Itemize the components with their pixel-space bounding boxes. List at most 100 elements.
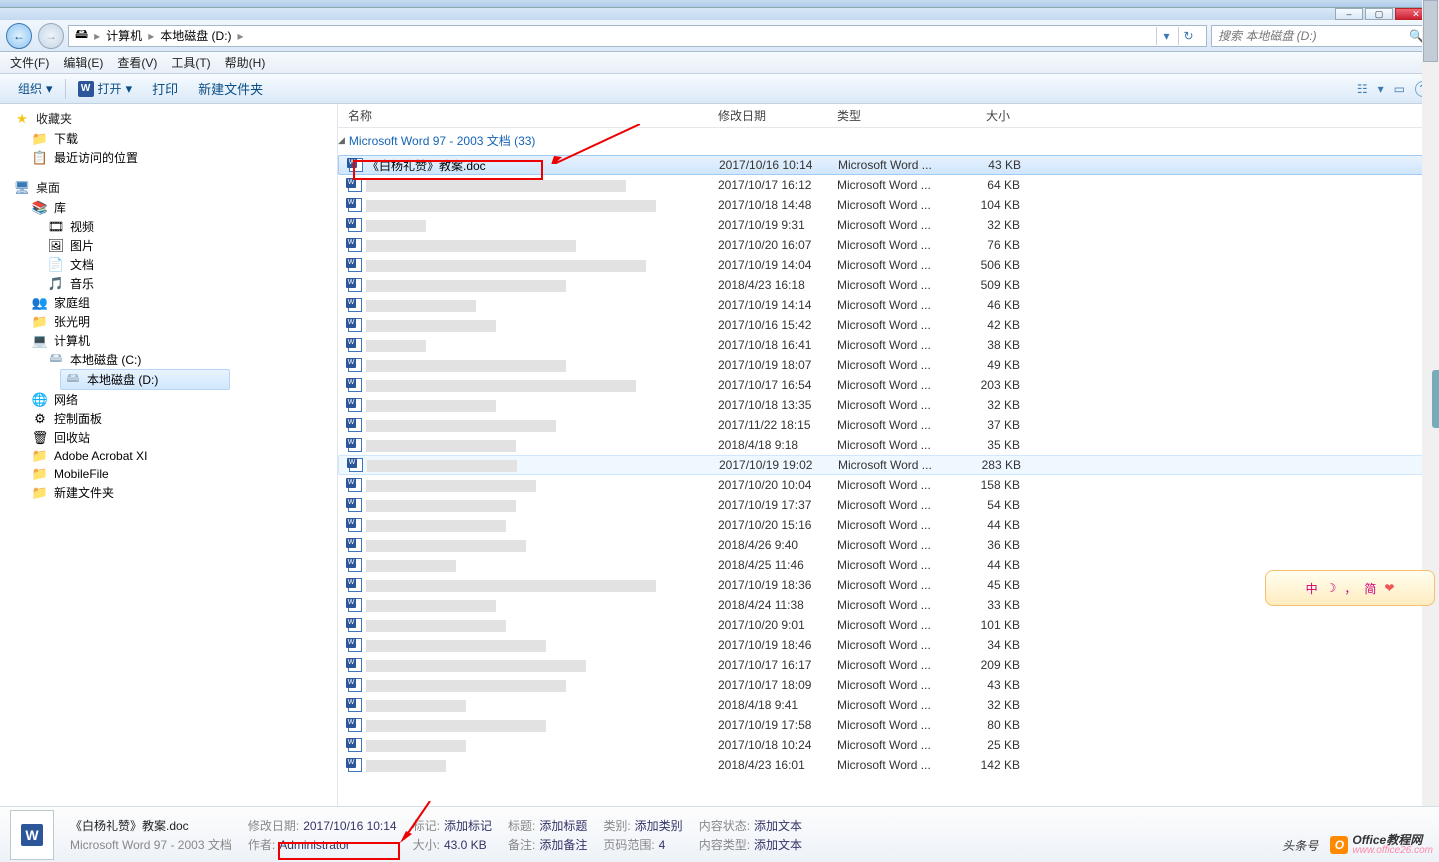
search-box[interactable]: 🔍	[1211, 25, 1431, 47]
file-row[interactable]: 2017/10/17 16:54Microsoft Word ...203 KB	[338, 375, 1439, 395]
sidebar-downloads[interactable]: 📁下载	[8, 129, 329, 148]
back-button[interactable]: ←	[6, 23, 32, 49]
minimize-button[interactable]: –	[1335, 8, 1363, 20]
file-row[interactable]: 2017/10/17 16:12Microsoft Word ...64 KB	[338, 175, 1439, 195]
file-row[interactable]: 2018/4/26 9:40Microsoft Word ...36 KB	[338, 535, 1439, 555]
file-row[interactable]: 2017/10/20 15:16Microsoft Word ...44 KB	[338, 515, 1439, 535]
sidebar-user[interactable]: 📁张光明	[8, 312, 329, 331]
file-row[interactable]: 2017/10/20 16:07Microsoft Word ...76 KB	[338, 235, 1439, 255]
sidebar-homegroup[interactable]: 👥家庭组	[8, 293, 329, 312]
file-row[interactable]: 2017/10/19 18:07Microsoft Word ...49 KB	[338, 355, 1439, 375]
sidebar-music[interactable]: 🎵音乐	[8, 274, 329, 293]
col-type[interactable]: 类型	[837, 107, 950, 124]
word-doc-icon	[348, 658, 362, 672]
details-status[interactable]: 添加文本	[754, 817, 802, 834]
menu-edit[interactable]: 编辑(E)	[63, 54, 103, 71]
file-row[interactable]: 2017/10/20 9:01Microsoft Word ...101 KB	[338, 615, 1439, 635]
file-row[interactable]: 2017/10/19 18:46Microsoft Word ...34 KB	[338, 635, 1439, 655]
details-title[interactable]: 添加标题	[539, 817, 587, 834]
search-input[interactable]	[1218, 29, 1409, 43]
nav-pane: ★收藏夹 📁下载 📋最近访问的位置 🖥桌面 📚库 🎞视频 🖼图片 📄文档 🎵音乐…	[0, 104, 338, 806]
file-row[interactable]: 2018/4/18 9:41Microsoft Word ...32 KB	[338, 695, 1439, 715]
refresh-button[interactable]: ↻	[1178, 27, 1198, 45]
column-headers[interactable]: 名称 修改日期 类型 大小	[338, 104, 1439, 128]
col-date[interactable]: 修改日期	[718, 107, 837, 124]
file-row[interactable]: 2017/10/19 17:58Microsoft Word ...80 KB	[338, 715, 1439, 735]
open-button[interactable]: W打开 ▾	[68, 80, 143, 97]
sidebar-folder[interactable]: 📁Adobe Acrobat XI	[8, 447, 329, 465]
file-row[interactable]: 2017/11/22 18:15Microsoft Word ...37 KB	[338, 415, 1439, 435]
sidebar-computer[interactable]: 💻计算机	[8, 331, 329, 350]
print-button[interactable]: 打印	[142, 79, 188, 98]
favorites-group[interactable]: ★收藏夹	[8, 108, 329, 129]
file-row[interactable]: 2017/10/19 14:14Microsoft Word ...46 KB	[338, 295, 1439, 315]
menu-view[interactable]: 查看(V)	[117, 54, 157, 71]
collapse-icon[interactable]: ◢	[338, 135, 345, 146]
file-type-icon: W	[10, 810, 54, 860]
file-row[interactable]: 2017/10/17 18:09Microsoft Word ...43 KB	[338, 675, 1439, 695]
word-doc-icon	[348, 558, 362, 572]
details-size: 43.0 KB	[444, 838, 487, 852]
breadcrumb[interactable]: 计算机	[106, 27, 142, 44]
file-row[interactable]: 2017/10/19 9:31Microsoft Word ...32 KB	[338, 215, 1439, 235]
word-doc-icon	[348, 598, 362, 612]
file-row[interactable]: 2017/10/18 13:35Microsoft Word ...32 KB	[338, 395, 1439, 415]
sidebar-pictures[interactable]: 🖼图片	[8, 236, 329, 255]
sidebar-libraries[interactable]: 📚库	[8, 198, 329, 217]
col-name[interactable]: 名称	[348, 107, 718, 124]
sidebar-folder[interactable]: 📁MobileFile	[8, 465, 329, 483]
group-header[interactable]: ◢ Microsoft Word 97 - 2003 文档 (33)	[338, 128, 1439, 155]
menu-file[interactable]: 文件(F)	[10, 54, 49, 71]
sidebar-control-panel[interactable]: ⚙控制面板	[8, 409, 329, 428]
preview-pane-button[interactable]: ▭	[1394, 82, 1405, 96]
file-row[interactable]: 2017/10/19 17:37Microsoft Word ...54 KB	[338, 495, 1439, 515]
nav-row: ← → 🖴 ▸ 计算机 ▸ 本地磁盘 (D:) ▸ ▾ ↻ 🔍	[0, 20, 1439, 52]
drive-icon: 🖴	[75, 25, 88, 47]
sidebar-recent[interactable]: 📋最近访问的位置	[8, 148, 329, 167]
ime-toolbar[interactable]: 中☽，简❤	[1265, 570, 1435, 606]
file-row[interactable]: 2017/10/16 15:42Microsoft Word ...42 KB	[338, 315, 1439, 335]
address-dropdown[interactable]: ▾	[1156, 27, 1176, 45]
menu-help[interactable]: 帮助(H)	[225, 54, 266, 71]
scrollbar[interactable]	[1422, 104, 1439, 806]
sidebar-recycle[interactable]: 🗑回收站	[8, 428, 329, 447]
desktop-group[interactable]: 🖥桌面	[8, 177, 329, 198]
sidebar-documents[interactable]: 📄文档	[8, 255, 329, 274]
sidebar-drive-c[interactable]: 🖴本地磁盘 (C:)	[8, 350, 329, 369]
view-mode-button[interactable]: ☷	[1357, 82, 1368, 96]
file-row[interactable]: 2018/4/23 16:01Microsoft Word ...142 KB	[338, 755, 1439, 775]
details-notes[interactable]: 添加备注	[539, 836, 587, 853]
new-folder-button[interactable]: 新建文件夹	[188, 79, 273, 98]
breadcrumb[interactable]: 本地磁盘 (D:)	[160, 27, 231, 44]
details-tags[interactable]: 添加标记	[444, 817, 492, 834]
sidebar-folder[interactable]: 📁新建文件夹	[8, 483, 329, 502]
word-doc-icon	[348, 178, 362, 192]
address-bar[interactable]: 🖴 ▸ 计算机 ▸ 本地磁盘 (D:) ▸ ▾ ↻	[68, 25, 1207, 47]
file-row[interactable]: 2018/4/18 9:18Microsoft Word ...35 KB	[338, 435, 1439, 455]
file-row[interactable]: 2017/10/18 14:48Microsoft Word ...104 KB	[338, 195, 1439, 215]
file-row[interactable]: 2017/10/18 16:41Microsoft Word ...38 KB	[338, 335, 1439, 355]
forward-button[interactable]: →	[38, 23, 64, 49]
details-category[interactable]: 添加类别	[635, 817, 683, 834]
word-doc-icon	[348, 218, 362, 232]
sidebar-drive-d[interactable]: 🖴本地磁盘 (D:)	[60, 369, 230, 390]
sidebar-network[interactable]: 🌐网络	[8, 390, 329, 409]
file-row[interactable]: 2017/10/20 10:04Microsoft Word ...158 KB	[338, 475, 1439, 495]
file-row[interactable]: 2018/4/23 16:18Microsoft Word ...509 KB	[338, 275, 1439, 295]
maximize-button[interactable]: ▢	[1365, 8, 1393, 20]
word-doc-icon	[348, 578, 362, 592]
menu-tools[interactable]: 工具(T)	[171, 54, 210, 71]
file-row[interactable]: 2017/10/18 10:24Microsoft Word ...25 KB	[338, 735, 1439, 755]
side-handle[interactable]	[1432, 370, 1439, 428]
details-author[interactable]: Administrator	[279, 838, 350, 852]
organize-button[interactable]: 组织 ▾	[8, 80, 63, 97]
file-row[interactable]: 2017/10/19 14:04Microsoft Word ...506 KB	[338, 255, 1439, 275]
file-row[interactable]: 《白杨礼赞》教案.doc2017/10/16 10:14Microsoft Wo…	[338, 155, 1439, 175]
details-pane: W 《白杨礼赞》教案.doc Microsoft Word 97 - 2003 …	[0, 806, 1439, 862]
details-modified[interactable]: 2017/10/16 10:14	[303, 819, 396, 833]
file-row[interactable]: 2017/10/19 19:02Microsoft Word ...283 KB	[338, 455, 1439, 475]
col-size[interactable]: 大小	[950, 107, 1020, 124]
sidebar-videos[interactable]: 🎞视频	[8, 217, 329, 236]
details-ctype[interactable]: 添加文本	[754, 836, 802, 853]
file-row[interactable]: 2017/10/17 16:17Microsoft Word ...209 KB	[338, 655, 1439, 675]
